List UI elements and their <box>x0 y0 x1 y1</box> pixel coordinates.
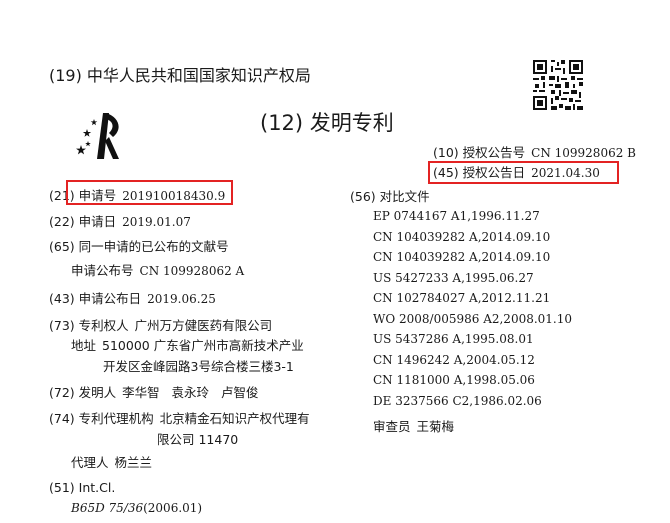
int-cl-version: (2006.01) <box>143 501 203 515</box>
agency-line-1: 北京精金石知识产权代理有 <box>159 411 310 426</box>
address-line-1: 510000 广东省广州市高新技术产业 <box>102 338 304 353</box>
citation-item: US 5427233 A,1995.06.27 <box>373 271 534 285</box>
int-cl-code: B65D 75/36 <box>71 501 144 515</box>
citation-item: CN 1496242 A,2004.05.12 <box>373 353 535 367</box>
citations-label: (56) 对比文件 <box>350 189 430 204</box>
grant-pub-date-label: (45) 授权公告日 <box>433 165 526 180</box>
inventors-value: 李华智 袁永玲 卢智俊 <box>122 385 259 400</box>
patentee-label: (73) 专利权人 <box>49 318 129 333</box>
app-date-label: (22) 申请日 <box>49 214 117 229</box>
agent: 代理人 杨兰兰 <box>71 455 152 471</box>
citation-item: WO 2008/005986 A2,2008.01.10 <box>373 312 573 326</box>
grant-publication-date: (45) 授权公告日 2021.04.30 <box>433 165 600 181</box>
agency-label: (74) 专利代理机构 <box>49 411 154 426</box>
patentee-value: 广州万方健医药有限公司 <box>134 318 273 333</box>
inventors: (72) 发明人 李华智 袁永玲 卢智俊 <box>49 385 258 401</box>
application-publication-date: (43) 申请公布日 2019.06.25 <box>49 291 216 307</box>
same-application-published: (65) 同一申请的已公布的文献号 <box>49 239 229 254</box>
int-cl-label: (51) Int.Cl. <box>49 480 116 495</box>
citation-item: CN 1181000 A,1998.05.06 <box>373 373 535 387</box>
grant-pub-date-value: 2021.04.30 <box>531 166 600 180</box>
citation-item: US 5437286 A,1995.08.01 <box>373 332 534 346</box>
int-cl-entry: B65D 75/36(2006.01) <box>71 500 202 516</box>
app-pub-no-label: 申请公布号 <box>71 263 134 278</box>
citation-item: EP 0744167 A1,1996.11.27 <box>373 209 540 223</box>
document-type-title: (12) 发明专利 <box>260 111 394 135</box>
examiner-label: 审查员 <box>373 419 411 434</box>
citation-item: CN 102784027 A,2012.11.21 <box>373 291 551 305</box>
examiner-value: 王菊梅 <box>416 419 455 434</box>
agency-line-2: 限公司 11470 <box>157 432 239 447</box>
patentee: (73) 专利权人 广州万方健医药有限公司 <box>49 318 272 334</box>
citation-item: CN 104039282 A,2014.09.10 <box>373 250 551 264</box>
grant-publication-number: (10) 授权公告号 CN 109928062 B <box>433 145 636 161</box>
highlight-box-application-number <box>66 180 233 205</box>
application-publication-number: 申请公布号 CN 109928062 A <box>71 263 244 279</box>
citation-item: DE 3237566 C2,1986.02.06 <box>373 394 542 408</box>
app-pub-date-label: (43) 申请公布日 <box>49 291 142 306</box>
agent-value: 杨兰兰 <box>114 455 153 470</box>
grant-pub-no-label: (10) 授权公告号 <box>433 145 526 160</box>
app-date-value: 2019.01.07 <box>122 215 191 229</box>
examiner: 审查员 王菊梅 <box>373 419 454 435</box>
application-date: (22) 申请日 2019.01.07 <box>49 214 191 230</box>
app-pub-no-value: CN 109928062 A <box>139 264 245 278</box>
patent-agency: (74) 专利代理机构 北京精金石知识产权代理有 <box>49 411 310 427</box>
inventors-label: (72) 发明人 <box>49 385 117 400</box>
address-line-2: 开发区金峰园路3号综合楼三楼3-1 <box>103 359 294 374</box>
agent-label: 代理人 <box>71 455 109 470</box>
grant-pub-no-value: CN 109928062 B <box>531 146 636 160</box>
qr-code-icon <box>533 60 583 110</box>
issuing-office: (19) 中华人民共和国国家知识产权局 <box>49 66 311 85</box>
app-pub-date-value: 2019.06.25 <box>147 292 216 306</box>
citation-item: CN 104039282 A,2014.09.10 <box>373 230 551 244</box>
address-label: 地址 <box>71 338 97 353</box>
address: 地址 510000 广东省广州市高新技术产业 <box>71 338 304 354</box>
cnipa-logo-icon <box>76 113 119 159</box>
